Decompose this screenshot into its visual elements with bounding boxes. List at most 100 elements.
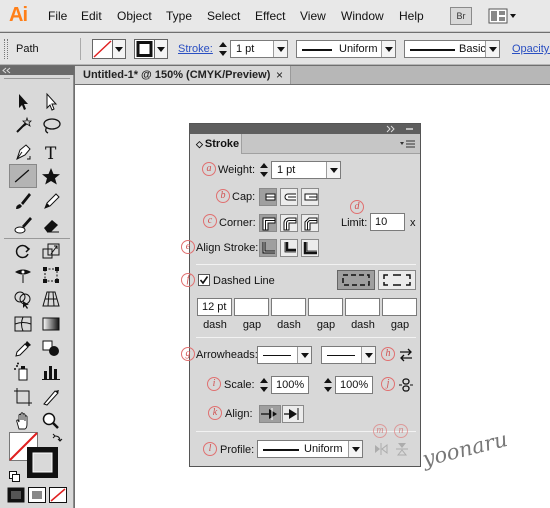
- variable-width-profile-dropdown[interactable]: Uniform: [296, 40, 396, 58]
- divider: [196, 337, 416, 338]
- stroke-weight-dropdown[interactable]: 1 pt: [230, 40, 288, 58]
- place-arrow-tip-button[interactable]: [282, 405, 304, 423]
- symbol-sprayer-tool-icon[interactable]: [11, 361, 35, 383]
- mesh-tool-icon[interactable]: [11, 313, 35, 335]
- round-join-button[interactable]: [280, 214, 298, 232]
- dash-3-input[interactable]: [345, 298, 380, 316]
- column-graph-tool-icon[interactable]: [39, 361, 63, 383]
- menu-help[interactable]: Help: [399, 9, 424, 23]
- dashed-line-checkbox[interactable]: [198, 274, 210, 286]
- tools-panel-header[interactable]: [0, 66, 74, 75]
- lasso-tool-icon[interactable]: [39, 115, 63, 137]
- blob-brush-tool-icon[interactable]: [11, 214, 35, 236]
- stroke-swatch-dropdown[interactable]: [134, 39, 168, 59]
- bridge-button[interactable]: Br: [450, 7, 472, 25]
- menu-window[interactable]: Window: [341, 9, 384, 23]
- paintbrush-tool-icon[interactable]: [11, 190, 35, 212]
- link-scale-icon[interactable]: [398, 376, 414, 394]
- star-tool-icon[interactable]: [39, 165, 63, 187]
- perspective-grid-tool-icon[interactable]: [39, 288, 63, 310]
- menu-view[interactable]: View: [300, 9, 326, 23]
- gap-3-input[interactable]: [382, 298, 417, 316]
- marker-i: i: [207, 377, 221, 391]
- line-icon: [327, 355, 355, 356]
- gap-label: gap: [316, 319, 336, 331]
- butt-cap-button[interactable]: [259, 188, 277, 206]
- scale-end-stepper[interactable]: [323, 376, 333, 394]
- rotate-tool-icon[interactable]: [11, 240, 35, 262]
- miter-join-button[interactable]: [259, 214, 277, 232]
- stroke-panel-tab[interactable]: ◇ Stroke: [190, 134, 242, 154]
- opacity-link[interactable]: Opacity:: [512, 43, 550, 55]
- flip-across-icon[interactable]: [395, 442, 409, 456]
- direct-selection-tool-icon[interactable]: [39, 91, 63, 113]
- projecting-cap-button[interactable]: [301, 188, 319, 206]
- eyedropper-tool-icon[interactable]: [11, 337, 35, 359]
- flip-along-icon[interactable]: [374, 442, 388, 456]
- end-arrowhead-dropdown[interactable]: [321, 346, 376, 364]
- blend-tool-icon[interactable]: [39, 337, 63, 359]
- dash-1-input[interactable]: 12 pt: [197, 298, 232, 316]
- dash-label: dash: [277, 319, 301, 331]
- menu-object[interactable]: Object: [117, 9, 152, 23]
- swap-arrowheads-icon[interactable]: [398, 347, 414, 363]
- miter-limit-input[interactable]: 10: [370, 213, 405, 231]
- stroke-weight-stepper[interactable]: [218, 40, 228, 58]
- gradient-tool-icon[interactable]: [39, 313, 63, 335]
- workspace-switcher-icon[interactable]: [488, 8, 518, 24]
- dash-label: dash: [203, 319, 227, 331]
- slice-tool-icon[interactable]: [39, 386, 63, 408]
- menu-file[interactable]: File: [48, 9, 67, 23]
- zoom-tool-icon[interactable]: [39, 410, 63, 432]
- weight-stepper[interactable]: [259, 161, 269, 179]
- panel-menu-icon[interactable]: [400, 139, 416, 149]
- bevel-join-button[interactable]: [301, 214, 319, 232]
- gap-1-input[interactable]: [234, 298, 269, 316]
- panel-title-bar[interactable]: [190, 124, 420, 134]
- start-arrowhead-dropdown[interactable]: [257, 346, 312, 364]
- artboard-tool-icon[interactable]: [11, 386, 35, 408]
- pencil-tool-icon[interactable]: [39, 190, 63, 212]
- align-stroke-inside-button[interactable]: [280, 239, 298, 257]
- align-stroke-outside-button[interactable]: [301, 239, 319, 257]
- align-stroke-center-button[interactable]: [259, 239, 277, 257]
- width-tool-icon[interactable]: [11, 264, 35, 286]
- type-tool-icon[interactable]: T: [39, 141, 63, 163]
- fill-swatch-dropdown[interactable]: [92, 39, 126, 59]
- shape-builder-tool-icon[interactable]: [11, 288, 35, 310]
- marker-j: j: [381, 377, 395, 391]
- profile-dropdown[interactable]: Uniform: [257, 440, 363, 458]
- scale-start-input[interactable]: 100%: [271, 376, 309, 394]
- scale-start-stepper[interactable]: [259, 376, 269, 394]
- stroke-panel-link[interactable]: Stroke:: [178, 43, 213, 55]
- menu-type[interactable]: Type: [166, 9, 192, 23]
- weight-label: Weight:: [218, 164, 256, 176]
- dash-2-input[interactable]: [271, 298, 306, 316]
- control-bar-grip[interactable]: [4, 39, 8, 59]
- marker-c: c: [203, 214, 217, 228]
- pen-tool-icon[interactable]: [11, 141, 35, 163]
- align-dashes-to-corners-button[interactable]: [378, 270, 416, 290]
- magic-wand-tool-icon[interactable]: [11, 115, 35, 137]
- selection-tool-icon[interactable]: [11, 91, 35, 113]
- weight-dropdown[interactable]: 1 pt: [271, 161, 341, 179]
- document-tab[interactable]: Untitled-1* @ 150% (CMYK/Preview) ×: [75, 66, 291, 84]
- close-tab-icon[interactable]: ×: [276, 68, 283, 82]
- extend-arrow-tip-button[interactable]: [259, 405, 281, 423]
- scale-tool-icon[interactable]: [39, 240, 63, 262]
- line-segment-tool-icon[interactable]: [9, 164, 37, 188]
- free-transform-tool-icon[interactable]: [39, 264, 63, 286]
- marker-h: h: [381, 347, 395, 361]
- eraser-tool-icon[interactable]: [39, 214, 63, 236]
- dashed-line-label: Dashed Line: [213, 275, 275, 287]
- preserve-dash-lengths-button[interactable]: [337, 270, 375, 290]
- scale-end-input[interactable]: 100%: [335, 376, 373, 394]
- menu-select[interactable]: Select: [207, 9, 240, 23]
- round-cap-button[interactable]: [280, 188, 298, 206]
- brush-definition-dropdown[interactable]: Basic: [404, 40, 500, 58]
- gap-2-input[interactable]: [308, 298, 343, 316]
- hand-tool-icon[interactable]: [11, 410, 35, 432]
- menu-effect[interactable]: Effect: [255, 9, 285, 23]
- fill-stroke-swatches[interactable]: [7, 430, 67, 490]
- menu-edit[interactable]: Edit: [81, 9, 102, 23]
